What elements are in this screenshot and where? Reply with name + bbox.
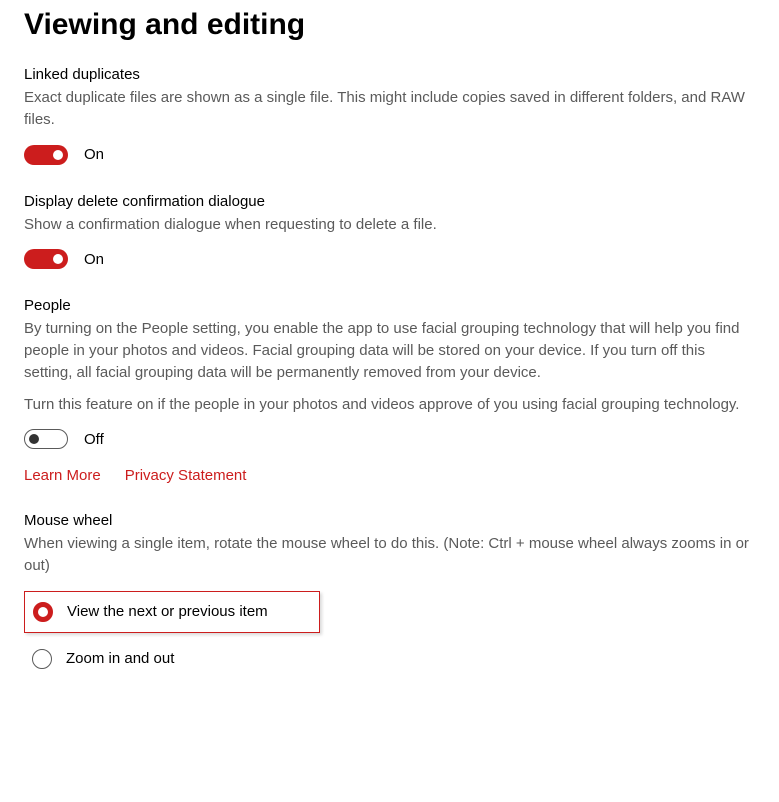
toggle-knob-icon [29, 434, 39, 444]
delete-confirmation-description: Show a confirmation dialogue when reques… [24, 214, 755, 236]
delete-confirmation-toggle[interactable] [24, 249, 68, 269]
radio-unselected-icon[interactable] [32, 649, 52, 669]
linked-duplicates-toggle[interactable] [24, 145, 68, 165]
radio-label-view-next-previous: View the next or previous item [67, 603, 268, 620]
delete-confirmation-toggle-label: On [84, 251, 104, 268]
delete-confirmation-title: Display delete confirmation dialogue [24, 193, 755, 210]
mouse-wheel-title: Mouse wheel [24, 512, 755, 529]
people-description-1: By turning on the People setting, you en… [24, 320, 740, 381]
radio-label-zoom: Zoom in and out [66, 650, 174, 667]
people-title: People [24, 297, 755, 314]
toggle-knob-icon [53, 254, 63, 264]
section-delete-confirmation: Display delete confirmation dialogue Sho… [24, 193, 755, 270]
radio-selected-icon[interactable] [33, 602, 53, 622]
linked-duplicates-title: Linked duplicates [24, 66, 755, 83]
page-title: Viewing and editing [24, 8, 755, 42]
linked-duplicates-toggle-label: On [84, 146, 104, 163]
learn-more-link[interactable]: Learn More [24, 467, 101, 484]
delete-confirmation-toggle-row: On [24, 249, 755, 269]
toggle-knob-icon [53, 150, 63, 160]
people-description: By turning on the People setting, you en… [24, 318, 755, 415]
section-mouse-wheel: Mouse wheel When viewing a single item, … [24, 512, 755, 675]
people-toggle[interactable] [24, 429, 68, 449]
mouse-wheel-description: When viewing a single item, rotate the m… [24, 533, 755, 577]
mouse-wheel-radio-group: View the next or previous item Zoom in a… [24, 591, 755, 675]
people-links: Learn More Privacy Statement [24, 467, 755, 484]
section-linked-duplicates: Linked duplicates Exact duplicate files … [24, 66, 755, 165]
section-people: People By turning on the People setting,… [24, 297, 755, 484]
linked-duplicates-toggle-row: On [24, 145, 755, 165]
people-toggle-row: Off [24, 429, 755, 449]
radio-row-zoom[interactable]: Zoom in and out [24, 643, 755, 675]
people-toggle-label: Off [84, 431, 104, 448]
linked-duplicates-description: Exact duplicate files are shown as a sin… [24, 87, 755, 131]
people-description-2: Turn this feature on if the people in yo… [24, 394, 755, 416]
radio-row-view-next-previous[interactable]: View the next or previous item [24, 591, 320, 633]
privacy-statement-link[interactable]: Privacy Statement [125, 467, 247, 484]
